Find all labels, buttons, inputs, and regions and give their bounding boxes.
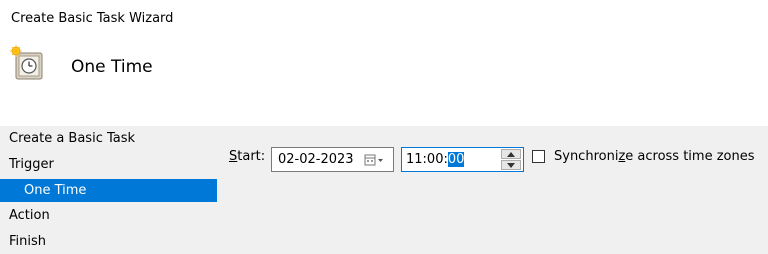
sync-label-part-a: Synchroni	[554, 149, 619, 164]
nav-step-finish[interactable]: Finish	[0, 230, 217, 253]
title-bar: Create Basic Task Wizard	[0, 0, 768, 38]
page-heading: One Time	[71, 57, 153, 77]
calendar-dropdown-icon[interactable]	[364, 154, 386, 166]
window-title: Create Basic Task Wizard	[11, 11, 174, 26]
time-selected-segment: 00	[447, 152, 465, 167]
synchronize-timezones-checkbox[interactable]	[532, 150, 545, 163]
time-spinner[interactable]	[501, 149, 521, 170]
start-label-rest: tart:	[237, 149, 266, 164]
start-time-input[interactable]: 11:00:00	[401, 147, 524, 172]
sync-label-part-b: e across time zones	[625, 149, 755, 164]
wizard-header: One Time	[0, 38, 768, 126]
start-label: Start:	[229, 149, 265, 164]
start-date-picker[interactable]: 02-02-2023	[271, 147, 394, 172]
nav-step-trigger[interactable]: Trigger	[0, 153, 217, 176]
nav-step-label: Action	[9, 208, 50, 223]
nav-step-label: Finish	[9, 234, 47, 249]
wizard-steps-nav: Create a Basic Task Trigger One Time Act…	[0, 126, 218, 254]
synchronize-timezones-label[interactable]: Synchronize across time zones	[554, 149, 755, 164]
time-prefix: 11:00:	[406, 152, 448, 167]
nav-step-label: Trigger	[9, 157, 54, 172]
time-spin-up-button[interactable]	[501, 149, 521, 159]
start-date-value: 02-02-2023	[278, 152, 354, 167]
chevron-up-icon	[507, 152, 515, 157]
nav-step-create-basic-task[interactable]: Create a Basic Task	[0, 127, 217, 150]
nav-step-label: One Time	[24, 183, 87, 198]
nav-step-label: Create a Basic Task	[9, 131, 136, 146]
nav-step-one-time[interactable]: One Time	[0, 179, 217, 202]
start-time-value: 11:00:00	[406, 152, 465, 167]
chevron-down-icon	[507, 163, 515, 168]
wizard-body: Create a Basic Task Trigger One Time Act…	[0, 126, 768, 254]
nav-step-action[interactable]: Action	[0, 204, 217, 227]
time-spin-down-button[interactable]	[501, 160, 521, 170]
clock-icon	[10, 45, 43, 80]
